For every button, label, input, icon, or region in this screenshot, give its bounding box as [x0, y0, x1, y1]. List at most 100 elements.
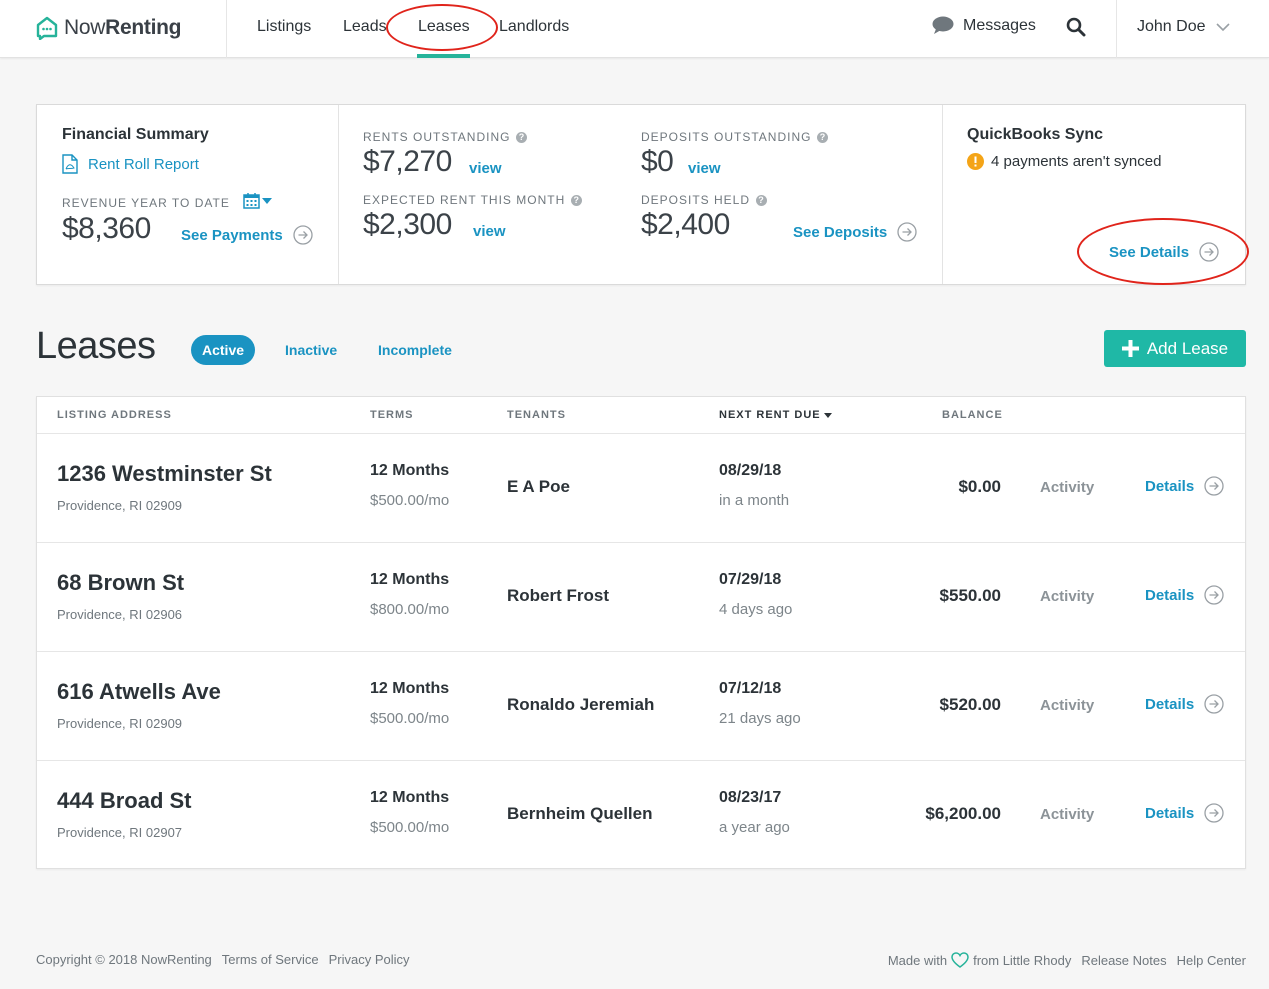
help-center-link[interactable]: Help Center [1177, 953, 1246, 968]
table-row[interactable]: 1236 Westminster St Providence, RI 02909… [37, 433, 1245, 542]
tenant-name: Ronaldo Jeremiah [507, 695, 655, 714]
financial-summary-card: Financial Summary Rent Roll Report REVEN… [36, 104, 1246, 285]
expected-rent-view-link[interactable]: view [473, 223, 506, 240]
help-icon[interactable]: ? [756, 194, 768, 206]
nav-leases[interactable]: Leases [418, 18, 470, 36]
deposits-outstanding-view-link[interactable]: view [688, 160, 721, 177]
lease-balance: $520.00 [939, 695, 1001, 714]
listing-city: Providence, RI 02906 [57, 607, 183, 622]
help-icon[interactable]: ? [571, 194, 583, 206]
filter-inactive[interactable]: Inactive [285, 335, 337, 365]
deposits-outstanding-label-text: DEPOSITS OUTSTANDING [641, 130, 812, 144]
table-row[interactable]: 616 Atwells Ave Providence, RI 02909 12 … [37, 651, 1245, 760]
expected-rent-value: $2,300 [363, 208, 452, 241]
listing-address[interactable]: 1236 Westminster St [57, 461, 272, 487]
deposits-outstanding-value: $0 [641, 145, 674, 178]
expected-rent-label: EXPECTED RENT THIS MONTH ? [363, 193, 583, 207]
search-button[interactable] [1066, 17, 1086, 42]
brand-logo[interactable]: NowRenting [36, 14, 181, 42]
details-link[interactable]: Details [1145, 803, 1224, 823]
nav-active-indicator [417, 54, 470, 58]
help-icon[interactable]: ? [516, 131, 528, 143]
next-rent-due-date: 07/29/18 [719, 571, 782, 588]
privacy-link[interactable]: Privacy Policy [329, 952, 410, 967]
sort-caret-down-icon [823, 412, 832, 418]
header-divider [1116, 0, 1117, 58]
lease-term: 12 Months [370, 571, 450, 588]
pdf-icon [62, 154, 78, 174]
column-header-tenants[interactable]: TENANTS [507, 409, 566, 421]
expected-rent-label-text: EXPECTED RENT THIS MONTH [363, 193, 566, 207]
add-lease-button[interactable]: Add Lease [1104, 330, 1246, 367]
nav-landlords[interactable]: Landlords [499, 18, 569, 36]
copyright-text: Copyright © 2018 NowRenting [36, 952, 212, 967]
calendar-icon [243, 193, 260, 209]
brand-name: NowRenting [64, 16, 181, 40]
details-link[interactable]: Details [1145, 476, 1224, 496]
next-rent-due-date: 08/29/18 [719, 462, 782, 479]
summary-divider [338, 105, 339, 284]
filter-incomplete[interactable]: Incomplete [378, 335, 452, 365]
column-header-balance[interactable]: BALANCE [942, 409, 1003, 421]
next-rent-due-relative: in a month [719, 492, 790, 509]
tenant-name: Robert Frost [507, 586, 609, 605]
activity-link[interactable]: Activity [1040, 479, 1094, 496]
rent-roll-report-link[interactable]: Rent Roll Report [62, 154, 199, 174]
lease-balance: $6,200.00 [925, 804, 1001, 823]
details-label: Details [1145, 586, 1195, 604]
rents-outstanding-value: $7,270 [363, 145, 452, 178]
see-deposits-label: See Deposits [793, 223, 888, 241]
deposits-outstanding-label: DEPOSITS OUTSTANDING ? [641, 130, 829, 144]
details-link[interactable]: Details [1145, 694, 1224, 714]
chat-bubble-icon [932, 16, 954, 34]
activity-link[interactable]: Activity [1040, 697, 1094, 714]
activity-link[interactable]: Activity [1040, 588, 1094, 605]
listing-address[interactable]: 444 Broad St [57, 788, 192, 814]
warning-icon [967, 153, 984, 170]
column-header-terms[interactable]: TERMS [370, 409, 414, 421]
table-row[interactable]: 68 Brown St Providence, RI 02906 12 Mont… [37, 542, 1245, 651]
date-range-dropdown[interactable] [243, 192, 272, 209]
listing-address[interactable]: 68 Brown St [57, 570, 184, 596]
see-deposits-link[interactable]: See Deposits [793, 222, 917, 242]
made-with-text: Made with from Little Rhody [888, 952, 1072, 968]
column-header-next-rent-due[interactable]: NEXT RENT DUE [719, 409, 832, 421]
user-menu[interactable]: John Doe [1137, 18, 1230, 36]
next-rent-due-relative: 21 days ago [719, 710, 801, 727]
circle-arrow-icon [1204, 476, 1224, 496]
listing-address[interactable]: 616 Atwells Ave [57, 679, 221, 705]
listing-city: Providence, RI 02909 [57, 716, 183, 731]
rents-outstanding-view-link[interactable]: view [469, 160, 502, 177]
quickbooks-sync-title: QuickBooks Sync [967, 126, 1104, 143]
help-icon[interactable]: ? [817, 131, 829, 143]
details-label: Details [1145, 804, 1195, 822]
next-rent-due-relative: a year ago [719, 819, 790, 836]
next-rent-due-relative: 4 days ago [719, 601, 793, 618]
lease-rent: $800.00/mo [370, 601, 450, 618]
nav-leads[interactable]: Leads [343, 18, 387, 36]
column-header-listing-address[interactable]: LISTING ADDRESS [57, 409, 172, 421]
activity-link[interactable]: Activity [1040, 806, 1094, 823]
chevron-down-icon [1215, 22, 1230, 31]
see-details-link[interactable]: See Details [1109, 242, 1219, 262]
listing-city: Providence, RI 02907 [57, 825, 183, 840]
terms-link[interactable]: Terms of Service [222, 952, 319, 967]
footer-left: Copyright © 2018 NowRenting Terms of Ser… [36, 952, 410, 967]
brand-name-light: Now [64, 16, 106, 39]
lease-balance: $550.00 [939, 586, 1001, 605]
made-with-from: from Little Rhody [973, 952, 1072, 968]
details-link[interactable]: Details [1145, 585, 1224, 605]
details-label: Details [1145, 695, 1195, 713]
nav-listings[interactable]: Listings [257, 18, 311, 36]
filter-active[interactable]: Active [191, 335, 256, 365]
next-rent-due-date: 07/12/18 [719, 680, 782, 697]
messages-link[interactable]: Messages [932, 16, 1036, 35]
circle-arrow-icon [1204, 803, 1224, 823]
release-notes-link[interactable]: Release Notes [1081, 953, 1166, 968]
lease-rent: $500.00/mo [370, 492, 450, 509]
see-payments-link[interactable]: See Payments [181, 225, 313, 245]
see-payments-label: See Payments [181, 226, 283, 244]
table-row[interactable]: 444 Broad St Providence, RI 02907 12 Mon… [37, 760, 1245, 869]
rent-roll-report-label: Rent Roll Report [88, 155, 199, 173]
deposits-held-label: DEPOSITS HELD ? [641, 193, 768, 207]
